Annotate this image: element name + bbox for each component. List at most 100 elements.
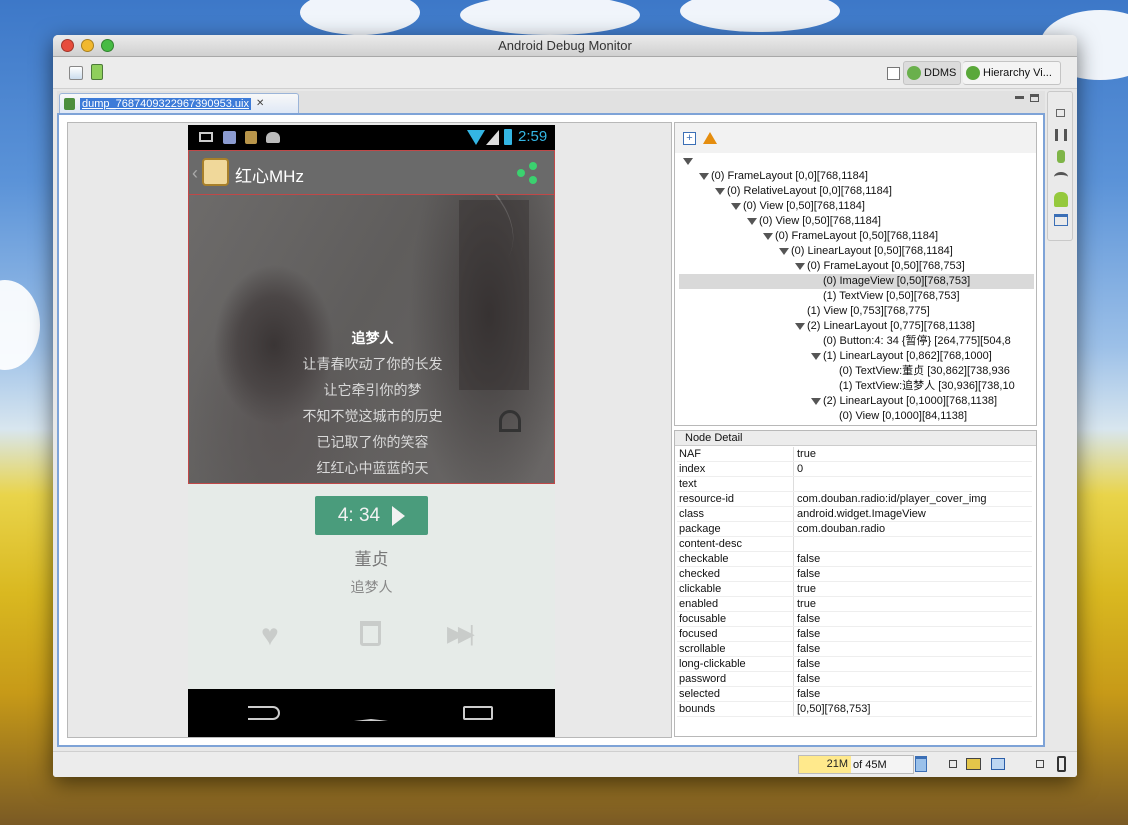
cloud (460, 0, 640, 35)
detail-row[interactable]: enabled true (677, 597, 1032, 612)
detail-row[interactable]: scrollable false (677, 642, 1032, 657)
detail-row[interactable]: package com.douban.radio (677, 522, 1032, 537)
window-icon[interactable] (1054, 214, 1068, 226)
tree-node[interactable]: (2) LinearLayout [0,775][768,1138] (679, 319, 1034, 334)
minimize-window-button[interactable] (81, 39, 94, 52)
uix-editor: 2:59 ‹ 红心MHz 追梦人 让青春吹动了你的长发 让它牵引你的梦 不知不觉… (57, 113, 1045, 747)
expand-triangle-icon[interactable] (795, 263, 805, 270)
detail-value: false (797, 673, 821, 685)
detail-row[interactable]: checkable false (677, 552, 1032, 567)
tree-node[interactable]: (0) RelativeLayout [0,0][768,1184] (679, 184, 1034, 199)
minimize-view-icon[interactable] (1015, 96, 1024, 99)
detail-row[interactable]: bounds [0,50][768,753] (677, 702, 1032, 717)
share-icon[interactable] (517, 162, 539, 184)
expand-triangle-icon[interactable] (779, 248, 789, 255)
android-debug-icon (266, 132, 280, 143)
expand-triangle-icon[interactable] (715, 188, 725, 195)
zoom-window-button[interactable] (101, 39, 114, 52)
open-perspective-icon[interactable] (887, 67, 900, 80)
heap-status[interactable]: 21M of 45M (798, 755, 914, 774)
heap-icon[interactable] (1057, 150, 1065, 163)
restore-view-icon[interactable] (1056, 109, 1065, 117)
tree-node[interactable]: (1) View [0,753][768,775] (679, 304, 1034, 319)
radio-app-icon[interactable] (202, 158, 229, 186)
detail-row[interactable]: password false (677, 672, 1032, 687)
device-icon[interactable] (1057, 756, 1066, 772)
tree-root[interactable] (679, 154, 1034, 169)
device-screen[interactable]: 2:59 ‹ 红心MHz 追梦人 让青春吹动了你的长发 让它牵引你的梦 不知不觉… (188, 125, 555, 737)
player-cover-image[interactable]: 追梦人 让青春吹动了你的长发 让它牵引你的梦 不知不觉这城市的历史 已记取了你的… (188, 195, 555, 484)
open-uix-icon[interactable] (69, 66, 83, 80)
view-trim-bar (1047, 91, 1073, 241)
tree-node[interactable]: (1) TextView [0,50][768,753] (679, 289, 1034, 304)
tree-node[interactable]: (0) LinearLayout [0,50][768,1184] (679, 244, 1034, 259)
expand-triangle-icon[interactable] (763, 233, 773, 240)
perspective-hierarchy-viewer[interactable]: Hierarchy Vi... (963, 61, 1061, 85)
detail-row[interactable]: focusable false (677, 612, 1032, 627)
expand-all-icon[interactable]: + (683, 132, 696, 145)
close-window-button[interactable] (61, 39, 74, 52)
detail-value: true (797, 583, 816, 595)
skip-next-icon[interactable]: ▶▶| (447, 623, 474, 645)
detail-row[interactable]: class android.widget.ImageView (677, 507, 1032, 522)
trash-icon[interactable] (360, 621, 381, 646)
expand-triangle-icon[interactable] (699, 173, 709, 180)
detail-row[interactable]: checked false (677, 567, 1032, 582)
expand-triangle-icon[interactable] (811, 398, 821, 405)
tree-node-label: (0) View [0,1000][84,1138] (839, 410, 968, 422)
expand-triangle-icon[interactable] (811, 353, 821, 360)
tree-node[interactable]: (1) LinearLayout [0,862][768,1000] (679, 349, 1034, 364)
tree-node[interactable]: (0) FrameLayout [0,0][768,1184] (679, 169, 1034, 184)
detail-row[interactable]: focused false (677, 627, 1032, 642)
expand-triangle-icon[interactable] (683, 158, 693, 165)
console-icon[interactable] (966, 758, 981, 770)
perspective-ddms[interactable]: DDMS (903, 61, 961, 85)
detail-row[interactable]: text (677, 477, 1032, 492)
hierarchy-tree-pane: + (0) FrameLayout [0,0][768,1184] (0) Rel… (674, 122, 1037, 426)
detail-row[interactable]: long-clickable false (677, 657, 1032, 672)
network-icon[interactable] (1054, 172, 1068, 182)
back-caret-icon[interactable]: ‹ (192, 163, 198, 184)
detail-value: [0,50][768,753] (797, 703, 871, 715)
detail-row[interactable]: resource-id com.douban.radio:id/player_co… (677, 492, 1032, 507)
tree-node[interactable]: (0) FrameLayout [0,50][768,1184] (679, 229, 1034, 244)
android-icon[interactable] (1054, 192, 1068, 207)
monitor-icon[interactable] (991, 758, 1005, 770)
tree-node[interactable]: (0) FrameLayout [0,50][768,753] (679, 259, 1034, 274)
detail-row[interactable]: index 0 (677, 462, 1032, 477)
detail-value: false (797, 613, 821, 625)
maximize-view-icon[interactable] (1030, 94, 1039, 102)
detail-row[interactable]: clickable true (677, 582, 1032, 597)
gc-trash-icon[interactable] (915, 756, 927, 772)
tab-uix-dump[interactable]: dump_7687409322967390953.uix ✕ (59, 93, 299, 113)
recents-nav-icon[interactable] (463, 706, 493, 720)
tree-node[interactable]: (0) View [0,1000][84,1138] (679, 409, 1034, 424)
detail-row[interactable]: selected false (677, 687, 1032, 702)
close-tab-icon[interactable]: ✕ (256, 98, 264, 109)
device-screenshot-icon[interactable] (91, 64, 103, 80)
expand-triangle-icon[interactable] (795, 323, 805, 330)
device-screenshot-pane[interactable]: 2:59 ‹ 红心MHz 追梦人 让青春吹动了你的长发 让它牵引你的梦 不知不觉… (67, 122, 672, 738)
tree-node-label: (1) TextView [0,50][768,753] (823, 290, 960, 302)
detail-row[interactable]: NAF true (677, 447, 1032, 462)
heart-icon[interactable]: ♥ (261, 621, 279, 651)
tree-node[interactable]: (0) View [0,50][768,1184] (679, 214, 1034, 229)
title-bar: Android Debug Monitor (53, 35, 1077, 57)
expand-triangle-icon[interactable] (731, 203, 741, 210)
restore-icon[interactable] (949, 760, 957, 768)
tree-node[interactable]: (0) TextView:董贞 [30,862][738,936 (679, 364, 1034, 379)
expand-triangle-icon[interactable] (747, 218, 757, 225)
tree-node-label: (2) LinearLayout [0,1000][768,1138] (823, 395, 998, 407)
back-nav-icon[interactable] (248, 706, 280, 720)
play-pause-button[interactable]: 4: 34 (315, 496, 428, 535)
tree-node[interactable]: (0) View [0,50][768,1184] (679, 199, 1034, 214)
threads-icon[interactable] (1055, 129, 1067, 141)
restore-icon[interactable] (1036, 760, 1044, 768)
tree-node[interactable]: (0) ImageView [0,50][768,753] (679, 274, 1034, 289)
detail-row[interactable]: content-desc (677, 537, 1032, 552)
tree-node[interactable]: (1) TextView:追梦人 [30,936][738,10 (679, 379, 1034, 394)
home-nav-icon[interactable] (354, 703, 388, 721)
tree-node[interactable]: (2) LinearLayout [0,1000][768,1138] (679, 394, 1034, 409)
tree-node[interactable]: (0) Button:4: 34 {暂停} [264,775][504,8 (679, 334, 1034, 349)
warning-icon[interactable] (703, 132, 717, 144)
